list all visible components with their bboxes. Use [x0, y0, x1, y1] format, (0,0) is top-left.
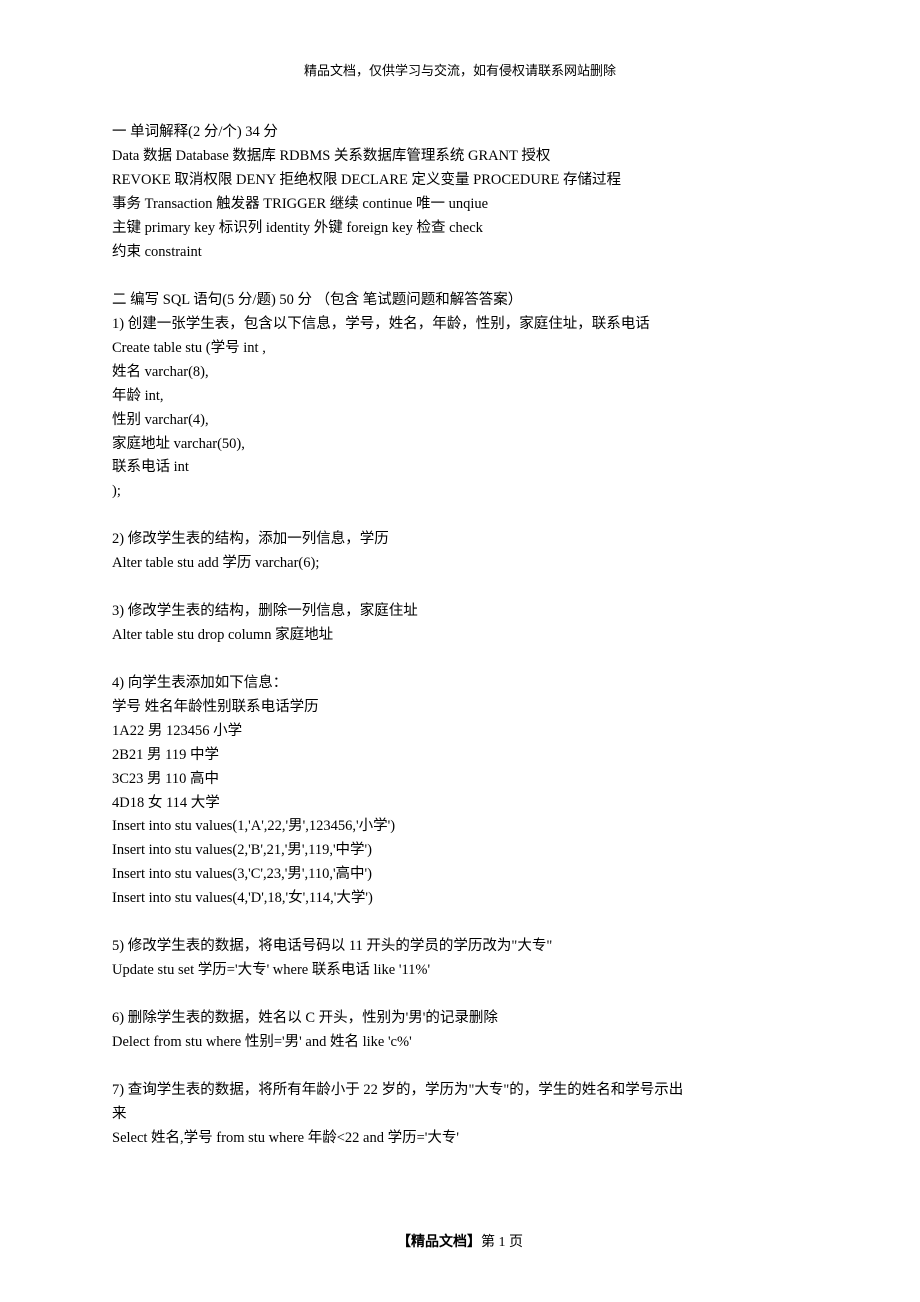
q3-prompt: 3) 修改学生表的结构，删除一列信息，家庭住址 [112, 600, 808, 624]
section-2-title: 二 编写 SQL 语句(5 分/题) 50 分 （包含 笔试题问题和解答答案） [112, 289, 808, 313]
q4-insert: Insert into stu values(1,'A',22,'男',1234… [112, 815, 808, 839]
q1-code: 家庭地址 varchar(50), [112, 433, 808, 457]
q5-answer: Update stu set 学历='大专' where 联系电话 like '… [112, 959, 808, 983]
page-footer: 【精品文档】第 1 页 [0, 1231, 920, 1254]
q1-code: 性别 varchar(4), [112, 409, 808, 433]
q1-code: ); [112, 480, 808, 504]
q4-row: 1A22 男 123456 小学 [112, 720, 808, 744]
q4-insert: Insert into stu values(3,'C',23,'男',110,… [112, 863, 808, 887]
footer-prefix: 【精品文档】 [397, 1235, 481, 1250]
q7-answer: Select 姓名,学号 from stu where 年龄<22 and 学历… [112, 1127, 808, 1151]
q5-prompt: 5) 修改学生表的数据，将电话号码以 11 开头的学员的学历改为"大专" [112, 935, 808, 959]
section-1-line: 约束 constraint [112, 241, 808, 265]
q1-code: 联系电话 int [112, 456, 808, 480]
q3-answer: Alter table stu drop column 家庭地址 [112, 624, 808, 648]
q2-answer: Alter table stu add 学历 varchar(6); [112, 552, 808, 576]
q1-code: 年龄 int, [112, 385, 808, 409]
q7-prompt: 7) 查询学生表的数据，将所有年龄小于 22 岁的，学历为"大专"的，学生的姓名… [112, 1079, 808, 1103]
footer-page-label: 第 1 页 [481, 1235, 523, 1250]
q4-header: 学号 姓名年龄性别联系电话学历 [112, 696, 808, 720]
section-1-line: 事务 Transaction 触发器 TRIGGER 继续 continue 唯… [112, 193, 808, 217]
q1-prompt: 1) 创建一张学生表，包含以下信息，学号，姓名，年龄，性别，家庭住址，联系电话 [112, 313, 808, 337]
section-1-line: 主键 primary key 标识列 identity 外键 foreign k… [112, 217, 808, 241]
section-1-line: Data 数据 Database 数据库 RDBMS 关系数据库管理系统 GRA… [112, 145, 808, 169]
q2-prompt: 2) 修改学生表的结构，添加一列信息，学历 [112, 528, 808, 552]
header-notice: 精品文档，仅供学习与交流，如有侵权请联系网站删除 [112, 60, 808, 81]
q4-row: 3C23 男 110 高中 [112, 768, 808, 792]
header-notice-text: 精品文档，仅供学习与交流，如有侵权请联系网站删除 [304, 63, 616, 78]
q4-insert: Insert into stu values(2,'B',21,'男',119,… [112, 839, 808, 863]
q7-prompt-cont: 来 [112, 1103, 808, 1127]
q1-code: Create table stu (学号 int , [112, 337, 808, 361]
q4-insert: Insert into stu values(4,'D',18,'女',114,… [112, 887, 808, 911]
document-content: 一 单词解释(2 分/个) 34 分 Data 数据 Database 数据库 … [112, 121, 808, 1150]
q6-answer: Delect from stu where 性别='男' and 姓名 like… [112, 1031, 808, 1055]
q4-row: 2B21 男 119 中学 [112, 744, 808, 768]
section-1-line: REVOKE 取消权限 DENY 拒绝权限 DECLARE 定义变量 PROCE… [112, 169, 808, 193]
section-1-title: 一 单词解释(2 分/个) 34 分 [112, 121, 808, 145]
q1-code: 姓名 varchar(8), [112, 361, 808, 385]
q4-row: 4D18 女 114 大学 [112, 792, 808, 816]
q4-prompt: 4) 向学生表添加如下信息： [112, 672, 808, 696]
q6-prompt: 6) 删除学生表的数据，姓名以 C 开头，性别为'男'的记录删除 [112, 1007, 808, 1031]
